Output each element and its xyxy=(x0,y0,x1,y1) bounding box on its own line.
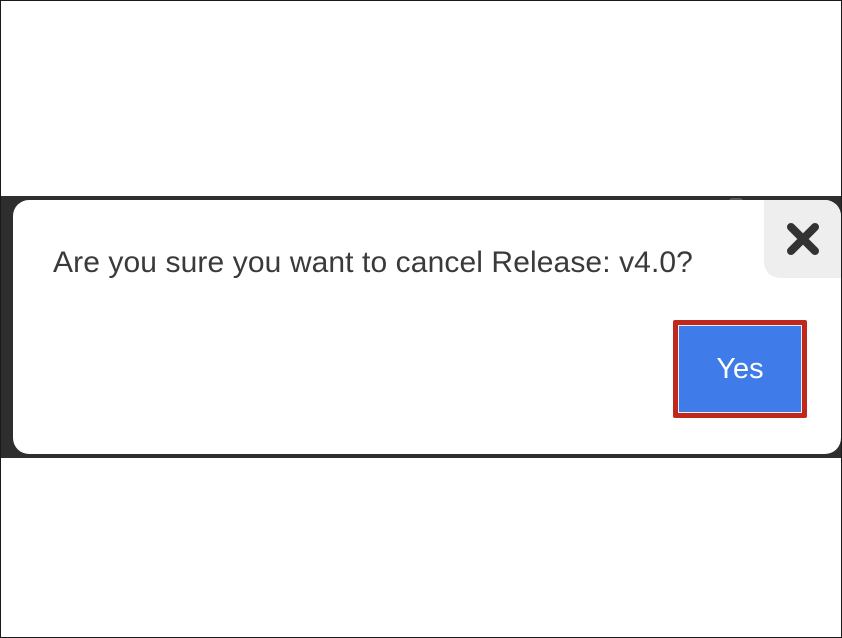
dialog-message: Are you sure you want to cancel Release:… xyxy=(53,246,693,279)
confirm-dialog: Are you sure you want to cancel Release:… xyxy=(13,200,841,454)
screenshot-frame: Are you sure you want to cancel Release:… xyxy=(0,0,842,638)
yes-button[interactable]: Yes xyxy=(678,325,802,413)
close-icon xyxy=(786,222,820,256)
close-dialog-button[interactable] xyxy=(764,200,841,278)
yes-button-highlight: Yes xyxy=(673,320,807,418)
